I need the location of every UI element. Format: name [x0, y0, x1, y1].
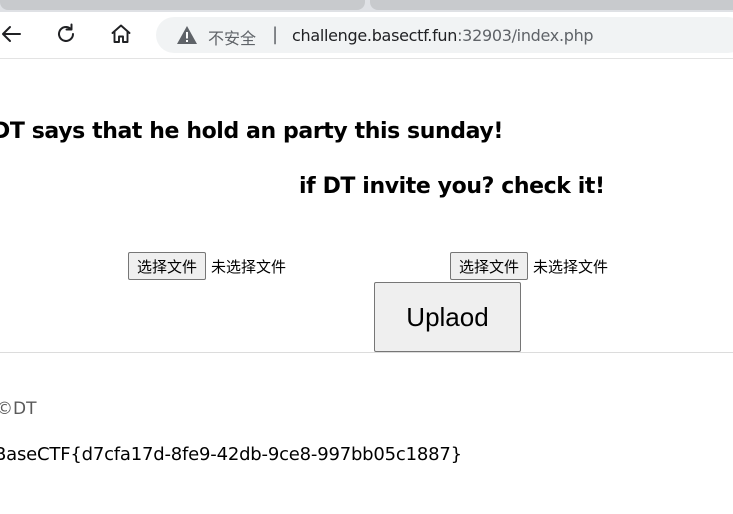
upload-button[interactable]: Uplaod [374, 282, 521, 352]
file-input-2[interactable]: 选择文件 未选择文件 [450, 252, 608, 280]
horizontal-rule [0, 352, 733, 353]
back-button[interactable] [0, 20, 25, 48]
copyright-text: ©DT [0, 399, 37, 419]
file-status-1: 未选择文件 [211, 257, 287, 276]
page-heading-invite: if DT invite you? check it! [299, 174, 605, 199]
page-heading-party: DT says that he hold an party this sunda… [0, 119, 503, 144]
choose-file-button-1[interactable]: 选择文件 [128, 252, 207, 280]
home-button[interactable] [107, 20, 135, 48]
omnibox-separator: | [272, 24, 279, 45]
file-input-1[interactable]: 选择文件 未选择文件 [128, 252, 286, 280]
browser-toolbar: 不安全 | challenge.basectf.fun:32903/index.… [0, 12, 733, 59]
url-host: challenge.basectf.fun [292, 26, 458, 45]
back-arrow-icon [0, 22, 23, 46]
choose-file-button-2[interactable]: 选择文件 [450, 252, 529, 280]
browser-tab-left[interactable] [0, 0, 365, 10]
browser-tab-right[interactable] [370, 0, 733, 10]
address-bar[interactable]: 不安全 | challenge.basectf.fun:32903/index.… [156, 17, 733, 53]
security-status-label[interactable]: 不安全 [208, 25, 256, 49]
reload-button[interactable] [52, 20, 80, 48]
page-content: DT says that he hold an party this sunda… [0, 59, 733, 514]
home-icon [109, 22, 133, 46]
tab-strip [0, 0, 733, 12]
warning-triangle-icon[interactable] [176, 25, 198, 49]
flag-text: BaseCTF{d7cfa17d-8fe9-42db-9ce8-997bb05c… [0, 444, 462, 465]
file-status-2: 未选择文件 [533, 257, 609, 276]
url-text[interactable]: challenge.basectf.fun:32903/index.php [292, 26, 594, 45]
url-path: :32903/index.php [457, 26, 594, 45]
reload-icon [54, 22, 78, 46]
